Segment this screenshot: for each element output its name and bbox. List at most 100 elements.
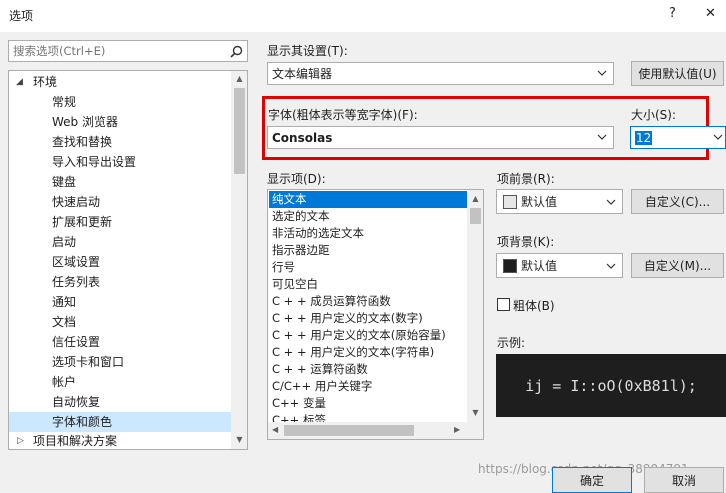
options-tree[interactable]: ◢ 环境 常规 Web 浏览器查找和替换导入和导出设置键盘快速启动扩展和更新启动区… (8, 70, 248, 450)
display-list-item[interactable]: C++ 变量 (269, 395, 467, 412)
tree-item-label: 通知 (52, 295, 77, 309)
ok-button[interactable]: 确定 (552, 467, 632, 493)
display-list-hscrollbar[interactable]: ◀ ▶ (268, 422, 483, 439)
tree-item[interactable]: 快速启动 (9, 192, 233, 212)
sample-text: ij = I::oO(0xB81l); (525, 376, 697, 395)
scroll-down-arrow-icon[interactable]: ▼ (231, 435, 247, 444)
search-icon[interactable] (230, 45, 243, 58)
tree-item[interactable]: 键盘 (9, 172, 233, 192)
display-items-label: 显示项(D): (267, 172, 326, 186)
search-input[interactable] (13, 44, 213, 58)
tree-item-label: 帐户 (52, 375, 77, 389)
tree-item-label: 快速启动 (52, 195, 101, 209)
tree-item-label: 任务列表 (52, 275, 101, 289)
tree-item-label: 信任设置 (52, 335, 101, 349)
help-button[interactable]: ? (669, 6, 676, 21)
chevron-down-icon[interactable] (713, 132, 723, 142)
foreground-select[interactable]: 默认值 (496, 189, 623, 214)
font-value: Consolas (272, 130, 333, 145)
collapsed-arrow-icon[interactable]: ▷ (17, 431, 24, 449)
tree-scrollbar[interactable]: ▲ ▼ (231, 71, 247, 449)
display-list-item[interactable]: C + + 成员运算符函数 (269, 293, 467, 310)
tree-item-label: 自动恢复 (52, 395, 101, 409)
tree-item[interactable]: 选项卡和窗口 (9, 352, 233, 372)
size-select[interactable]: 12 (630, 126, 726, 149)
display-list-item[interactable]: 非活动的选定文本 (269, 225, 467, 242)
tree-item-label: 区域设置 (52, 255, 101, 269)
display-list-vscrollbar[interactable]: ▲ ▼ (467, 190, 483, 422)
tree-node-environment[interactable]: ◢ 环境 (9, 72, 233, 92)
display-list-item[interactable]: C + + 用户定义的文本(数字) (269, 310, 467, 327)
display-list-scroll-thumb[interactable] (470, 208, 481, 224)
show-settings-select[interactable]: 文本编辑器 (267, 62, 614, 85)
display-list-item[interactable]: 可见空白 (269, 276, 467, 293)
chevron-down-icon[interactable] (597, 132, 607, 142)
background-select[interactable]: 默认值 (496, 253, 623, 278)
expanded-arrow-icon[interactable]: ◢ (16, 72, 23, 92)
tree-item[interactable]: 信任设置 (9, 332, 233, 352)
tree-item-label: 选项卡和窗口 (52, 355, 125, 369)
scroll-down-arrow-icon[interactable]: ▼ (467, 408, 483, 417)
tree-item[interactable]: Web 浏览器 (9, 112, 233, 132)
tree-item-label: 文档 (52, 315, 77, 329)
chevron-down-icon[interactable] (597, 68, 607, 78)
tree-item-label: 常规 (52, 95, 77, 109)
display-list-item[interactable]: C/C++ 用户关键字 (269, 378, 467, 395)
tree-scroll-thumb[interactable] (234, 88, 245, 174)
display-list-item[interactable]: 纯文本 (269, 191, 467, 208)
tree-node-projects-solutions[interactable]: ▷ 项目和解决方案 (9, 431, 233, 449)
show-settings-value: 文本编辑器 (272, 67, 333, 81)
show-settings-label: 显示其设置(T): (267, 44, 348, 58)
tree-item[interactable]: 帐户 (9, 372, 233, 392)
tree-item[interactable]: 字体和颜色 (9, 412, 233, 432)
tree-item-label: 导入和导出设置 (52, 155, 137, 169)
tree-item[interactable]: 通知 (9, 292, 233, 312)
background-value: 默认值 (521, 259, 558, 273)
scroll-right-arrow-icon[interactable]: ▶ (454, 425, 460, 434)
background-color-swatch (503, 259, 517, 273)
display-list-item[interactable]: C + + 用户定义的文本(原始容量) (269, 327, 467, 344)
foreground-value: 默认值 (521, 195, 558, 209)
scroll-left-arrow-icon[interactable]: ◀ (272, 425, 278, 434)
display-list-item[interactable]: C + + 用户定义的文本(字符串) (269, 344, 467, 361)
foreground-label: 项前景(R): (497, 172, 555, 186)
tree-node-label: 环境 (33, 75, 58, 89)
tree-item[interactable]: 任务列表 (9, 272, 233, 292)
window-title: 选项 (9, 9, 34, 23)
chevron-down-icon[interactable] (606, 261, 616, 271)
chevron-down-icon[interactable] (606, 197, 616, 207)
custom-background-button[interactable]: 自定义(M)... (631, 253, 724, 278)
title-bar (0, 0, 726, 32)
display-list-item[interactable]: 行号 (269, 259, 467, 276)
tree-item[interactable]: 查找和替换 (9, 132, 233, 152)
display-list-item[interactable]: C + + 运算符函数 (269, 361, 467, 378)
bold-checkbox[interactable] (497, 298, 510, 311)
tree-item[interactable]: 常规 (9, 92, 233, 112)
search-box[interactable] (8, 40, 248, 62)
bold-label[interactable]: 粗体(B) (513, 297, 555, 314)
tree-node-label: 项目和解决方案 (33, 434, 118, 448)
tree-item[interactable]: 导入和导出设置 (9, 152, 233, 172)
tree-item[interactable]: 启动 (9, 232, 233, 252)
custom-foreground-button[interactable]: 自定义(C)... (631, 189, 724, 214)
tree-item-label: 启动 (52, 235, 77, 249)
font-select[interactable]: Consolas (267, 126, 614, 149)
scroll-up-arrow-icon[interactable]: ▲ (467, 194, 483, 203)
scroll-up-arrow-icon[interactable]: ▲ (231, 74, 247, 83)
tree-item[interactable]: 扩展和更新 (9, 212, 233, 232)
cancel-button[interactable]: 取消 (644, 467, 724, 493)
tree-item[interactable]: 文档 (9, 312, 233, 332)
tree-item-label: 扩展和更新 (52, 215, 113, 229)
use-defaults-button[interactable]: 使用默认值(U) (631, 61, 724, 86)
close-button[interactable]: ✕ (705, 6, 716, 21)
display-list-hscroll-thumb[interactable] (284, 425, 414, 436)
foreground-color-swatch (503, 195, 517, 209)
size-value[interactable]: 12 (635, 130, 653, 145)
display-list-item[interactable]: 指示器边距 (269, 242, 467, 259)
tree-item[interactable]: 区域设置 (9, 252, 233, 272)
tree-item[interactable]: 自动恢复 (9, 392, 233, 412)
display-list-item[interactable]: 选定的文本 (269, 208, 467, 225)
display-items-list[interactable]: 纯文本 选定的文本 非活动的选定文本 指示器边距 行号 可见空白 C + + 成员运算符函数… (267, 189, 484, 440)
tree-item-label: 查找和替换 (52, 135, 113, 149)
font-label: 字体(粗体表示等宽字体)(F): (268, 108, 418, 122)
